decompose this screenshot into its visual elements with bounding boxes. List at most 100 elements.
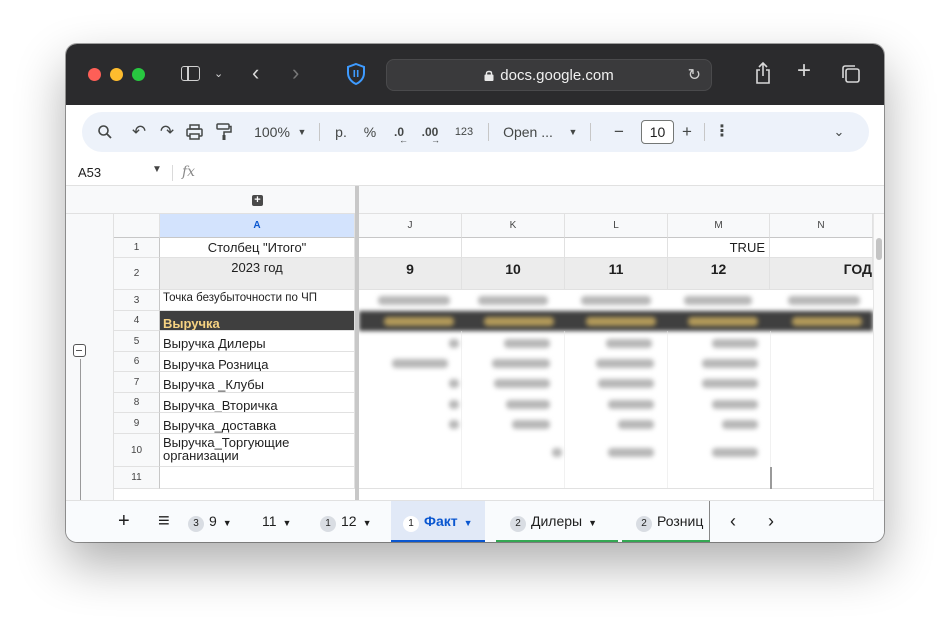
- more-options-icon[interactable]: ⋮: [714, 112, 730, 152]
- row-group-gutter: [66, 214, 114, 500]
- cell-m2[interactable]: 12: [668, 258, 770, 290]
- fx-icon: fx: [182, 164, 196, 180]
- chevron-down-icon[interactable]: ⌄: [214, 64, 223, 84]
- row-header[interactable]: 2: [114, 258, 160, 290]
- column-header-m[interactable]: M: [668, 214, 770, 238]
- row-header[interactable]: 4: [114, 311, 160, 331]
- minimize-window-button[interactable]: [110, 68, 123, 81]
- address-bar[interactable]: docs.google.com ↻: [386, 59, 712, 91]
- sheet-tab-dealers[interactable]: 2 Дилеры ▼: [510, 501, 597, 542]
- cell-a9[interactable]: Выручка_доставка: [160, 413, 355, 434]
- close-window-button[interactable]: [88, 68, 101, 81]
- font-caret-icon[interactable]: ▼: [567, 112, 579, 152]
- cell-a7[interactable]: Выручка _Клубы: [160, 372, 355, 393]
- name-box[interactable]: A53: [78, 165, 101, 180]
- cell-m1[interactable]: TRUE: [668, 238, 770, 258]
- decrease-decimals-button[interactable]: .0 ←: [388, 112, 410, 152]
- add-sheet-button[interactable]: +: [118, 501, 130, 542]
- tab-caret-icon: ▼: [282, 518, 292, 528]
- number-format-button[interactable]: 123: [452, 112, 476, 152]
- spreadsheet-grid[interactable]: + A J K L M N 1 2 3 4 5 6 7 8 9 10 11 Ст…: [66, 186, 884, 500]
- safari-titlebar: ⌄ ‹ › docs.google.com ↻ +: [66, 44, 884, 105]
- row-header[interactable]: 10: [114, 434, 160, 467]
- column-header-l[interactable]: L: [565, 214, 668, 238]
- column-header-n[interactable]: N: [770, 214, 873, 238]
- cell-l2[interactable]: 11: [565, 258, 668, 290]
- row-header[interactable]: 3: [114, 290, 160, 311]
- percent-format-button[interactable]: %: [362, 112, 378, 152]
- cell-a5[interactable]: Выручка Дилеры: [160, 331, 355, 352]
- cell-a11[interactable]: [160, 467, 355, 489]
- column-header-j[interactable]: J: [359, 214, 462, 238]
- cell-k2[interactable]: 10: [462, 258, 565, 290]
- column-header-a[interactable]: A: [160, 214, 355, 238]
- forward-icon[interactable]: ›: [292, 62, 299, 84]
- column-group-bar: +: [66, 186, 884, 214]
- sheet-tab-fact[interactable]: 1 Факт ▼: [391, 501, 485, 542]
- font-size-input[interactable]: 10: [641, 120, 674, 144]
- sheets-toolbar: ↶ ↷ 100% ▼ р. % .0 ← .00 → 123 Open ... ▼: [82, 112, 869, 152]
- browser-window: ⌄ ‹ › docs.google.com ↻ + ↶ ↷ 100% ▼ р. …: [66, 44, 884, 542]
- cell-a8[interactable]: Выручка_Вторичка: [160, 393, 355, 413]
- all-sheets-button[interactable]: ≡: [158, 501, 170, 542]
- collapse-group-icon[interactable]: [73, 344, 86, 357]
- scroll-tabs-left-icon[interactable]: ‹: [730, 501, 736, 542]
- new-tab-icon[interactable]: +: [797, 59, 811, 83]
- name-box-caret-icon[interactable]: ▼: [152, 164, 162, 175]
- row-header[interactable]: 1: [114, 238, 160, 258]
- row-header[interactable]: 11: [114, 467, 160, 489]
- zoom-select[interactable]: 100%: [250, 112, 294, 152]
- tab-overview-icon[interactable]: [841, 64, 861, 84]
- vertical-scroll-thumb[interactable]: [876, 238, 882, 260]
- zoom-caret-icon[interactable]: ▼: [296, 112, 308, 152]
- cell-a10[interactable]: Выручка_Торгующие организации: [160, 434, 355, 467]
- cell-a2[interactable]: 2023 год: [160, 258, 355, 290]
- cell-a3[interactable]: Точка безубыточности по ЧП: [160, 290, 355, 311]
- cell-a6[interactable]: Выручка Розница: [160, 352, 355, 372]
- sheet-tab-9[interactable]: 3 9 ▼: [188, 501, 232, 542]
- row-header[interactable]: 7: [114, 372, 160, 393]
- url-text: docs.google.com: [500, 67, 614, 84]
- search-icon[interactable]: [97, 124, 113, 140]
- frozen-column-divider[interactable]: [355, 186, 359, 500]
- select-all-corner[interactable]: [114, 214, 160, 238]
- row-header[interactable]: 9: [114, 413, 160, 434]
- cell-l1[interactable]: [565, 238, 668, 258]
- undo-icon[interactable]: ↶: [130, 112, 148, 152]
- back-icon[interactable]: ‹: [252, 62, 259, 84]
- cell-n2[interactable]: ГОД: [770, 258, 873, 290]
- redo-icon[interactable]: ↷: [158, 112, 176, 152]
- zoom-window-button[interactable]: [132, 68, 145, 81]
- reload-icon[interactable]: ↻: [688, 65, 701, 85]
- currency-format-button[interactable]: р.: [332, 112, 350, 152]
- row-header[interactable]: 6: [114, 352, 160, 372]
- sheet-tab-11[interactable]: 11 ▼: [262, 501, 291, 542]
- sheet-tab-12[interactable]: 1 12 ▼: [320, 501, 372, 542]
- sidebar-toggle-icon[interactable]: [181, 66, 200, 81]
- paint-format-icon[interactable]: [216, 123, 232, 141]
- scroll-tabs-right-icon[interactable]: ›: [768, 501, 774, 542]
- decrease-font-size-button[interactable]: −: [604, 112, 634, 152]
- cell-k1[interactable]: [462, 238, 565, 258]
- print-icon[interactable]: [186, 124, 203, 140]
- cell-j2[interactable]: 9: [359, 258, 462, 290]
- tab-caret-icon: ▼: [222, 518, 232, 528]
- lock-icon: [484, 70, 494, 81]
- cell-a1[interactable]: Столбец "Итого": [160, 238, 355, 258]
- column-header-k[interactable]: K: [462, 214, 565, 238]
- row-header[interactable]: 5: [114, 331, 160, 352]
- expand-group-icon[interactable]: +: [252, 195, 263, 206]
- cell-a4[interactable]: Выручка: [160, 311, 355, 331]
- row-header[interactable]: 8: [114, 393, 160, 413]
- tab-caret-icon: ▼: [588, 518, 598, 528]
- privacy-shield-icon[interactable]: [346, 63, 366, 85]
- sheet-tab-retail[interactable]: 2 Розниц: [636, 501, 710, 542]
- share-icon[interactable]: [754, 61, 772, 85]
- cell-j1[interactable]: [359, 238, 462, 258]
- increase-font-size-button[interactable]: +: [678, 112, 696, 152]
- cell-n1[interactable]: [770, 238, 873, 258]
- font-family-select[interactable]: Open ...: [498, 112, 558, 152]
- collapse-toolbar-icon[interactable]: ⌄: [830, 112, 848, 152]
- tab-caret-icon: ▼: [463, 518, 473, 528]
- increase-decimals-button[interactable]: .00 →: [418, 112, 442, 152]
